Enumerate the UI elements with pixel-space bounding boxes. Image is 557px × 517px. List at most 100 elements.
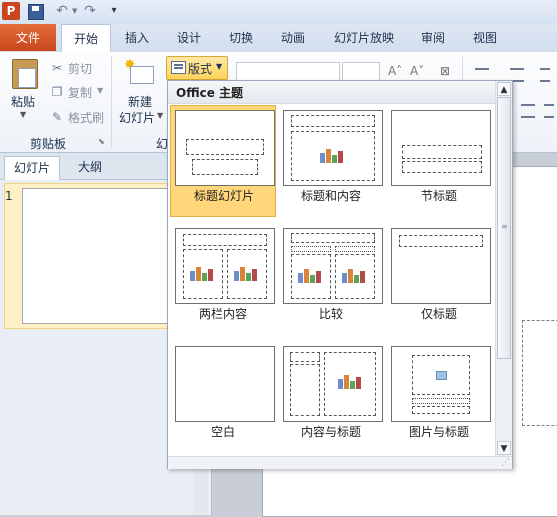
resize-grip-icon[interactable]: ⋰: [501, 458, 510, 468]
powerpoint-logo-icon[interactable]: P: [2, 2, 20, 20]
layout-thumbnail: [175, 346, 275, 422]
layout-content-with-caption[interactable]: 内容与标题: [278, 341, 384, 453]
cut-button[interactable]: 剪切: [68, 60, 92, 77]
layout-title-only[interactable]: 仅标题: [386, 223, 492, 335]
content-icons-icon: [338, 373, 364, 389]
title-placeholder: [399, 235, 483, 247]
right-heading-placeholder: [335, 246, 375, 252]
layout-two-content[interactable]: 两栏内容: [170, 223, 276, 335]
ribbon-tabs: 文件 开始 插入 设计 切换 动画 幻灯片放映 审阅 视图: [0, 24, 557, 53]
align-text-icon[interactable]: [521, 104, 535, 118]
tab-outline[interactable]: 大纲: [62, 156, 118, 179]
layout-gallery: Office 主题 标题幻灯片 标题和内容 节标题 两栏内容 比较 仅标题 空白…: [167, 80, 513, 469]
clipboard-paste-icon[interactable]: [12, 59, 38, 89]
text-placeholder: [402, 161, 482, 173]
layout-label: 标题和内容: [300, 189, 361, 203]
content-icons-icon: [298, 267, 324, 283]
layout-picture-with-caption[interactable]: 图片与标题: [386, 341, 492, 453]
title-placeholder: [183, 234, 267, 246]
layout-thumbnail: [175, 110, 275, 186]
paste-dropdown-icon[interactable]: ▼: [20, 110, 26, 119]
font-size-field[interactable]: [342, 62, 380, 82]
format-painter-icon[interactable]: ✎: [50, 110, 64, 124]
paste-button[interactable]: 粘贴: [11, 93, 35, 110]
layout-blank[interactable]: 空白: [170, 341, 276, 453]
undo-icon[interactable]: ↶: [54, 3, 70, 19]
layout-title-and-content[interactable]: 标题和内容: [278, 105, 384, 217]
save-icon[interactable]: [28, 4, 44, 20]
layout-section-header[interactable]: 节标题: [386, 105, 492, 217]
tab-view[interactable]: 视图: [462, 24, 508, 51]
title-placeholder: [290, 352, 320, 362]
left-heading-placeholder: [291, 246, 331, 252]
content-icons-icon: [320, 147, 346, 163]
gallery-title: Office 主题: [176, 86, 244, 100]
layout-button[interactable]: 版式 ▼: [166, 56, 228, 80]
scrollbar-thumb[interactable]: ≡: [497, 97, 511, 359]
new-slide-label[interactable]: 幻灯片: [119, 109, 155, 126]
align-right-icon[interactable]: [544, 104, 554, 118]
tab-file[interactable]: 文件: [0, 24, 56, 51]
scroll-down-icon[interactable]: ▼: [497, 441, 511, 455]
tab-review[interactable]: 审阅: [412, 24, 454, 51]
quick-access-toolbar: P ↶ ▼ ↷ ▾: [0, 0, 557, 25]
caption-placeholder: [290, 364, 320, 416]
new-slide-icon[interactable]: ✸: [124, 58, 154, 84]
indent-icon[interactable]: [540, 68, 550, 82]
grip-icon: ≡: [501, 222, 508, 231]
layout-label: 图片与标题: [408, 425, 469, 439]
slide-number: 1: [5, 189, 13, 203]
layout-label: 两栏内容: [198, 307, 247, 321]
copy-button[interactable]: 复制: [68, 84, 92, 101]
scissors-icon[interactable]: ✂: [50, 61, 64, 75]
layout-label: 空白: [210, 425, 235, 439]
tab-design[interactable]: 设计: [166, 24, 212, 51]
layout-label: 节标题: [420, 189, 457, 203]
content-icons-icon: [234, 265, 260, 281]
tab-animations[interactable]: 动画: [270, 24, 316, 51]
content-icons-icon: [342, 267, 368, 283]
copy-icon[interactable]: ❐: [50, 85, 64, 99]
layout-thumbnail: [283, 110, 383, 186]
subtitle-placeholder: [192, 159, 258, 175]
tab-home[interactable]: 开始: [61, 24, 111, 53]
redo-icon[interactable]: ↷: [82, 3, 98, 19]
layout-thumbnail: [391, 228, 491, 304]
title-placeholder: [291, 115, 375, 127]
grow-font-icon[interactable]: A˄: [388, 64, 402, 78]
title-placeholder: [412, 398, 470, 404]
layout-icon: [171, 61, 186, 74]
layout-button-label: 版式: [188, 62, 213, 76]
layout-label: 比较: [318, 307, 343, 321]
scroll-up-icon[interactable]: ▲: [497, 82, 511, 96]
clipboard-launcher-icon[interactable]: ⬊: [98, 137, 105, 146]
layout-comparison[interactable]: 比较: [278, 223, 384, 335]
layout-thumbnail: [175, 228, 275, 304]
clipboard-group-label: 剪贴板: [30, 137, 67, 151]
layout-thumbnail: [283, 346, 383, 422]
clear-format-icon[interactable]: ⊠: [440, 64, 450, 78]
picture-icon: [436, 371, 447, 380]
layout-thumbnail: [391, 110, 491, 186]
shrink-font-icon[interactable]: A˅: [410, 64, 424, 78]
gallery-header: Office 主题: [168, 81, 495, 104]
layout-title-slide[interactable]: 标题幻灯片: [170, 105, 276, 217]
undo-dropdown-icon[interactable]: ▼: [72, 7, 77, 15]
new-slide-dropdown-icon[interactable]: ▼: [157, 111, 163, 120]
customize-quick-access-icon[interactable]: ▾: [106, 3, 122, 19]
font-name-field[interactable]: [236, 62, 340, 82]
title-placeholder: [291, 233, 375, 243]
tab-transitions[interactable]: 切换: [218, 24, 264, 51]
title-placeholder: [186, 139, 264, 155]
tab-slideshow[interactable]: 幻灯片放映: [324, 24, 404, 51]
new-slide-button[interactable]: 新建: [128, 93, 152, 110]
tab-insert[interactable]: 插入: [114, 24, 160, 51]
caption-placeholder: [412, 406, 470, 414]
content-icons-icon: [190, 265, 216, 281]
copy-dropdown-icon[interactable]: ▼: [97, 86, 103, 95]
slide-placeholder[interactable]: [522, 320, 557, 426]
gallery-scrollbar[interactable]: ▲ ≡ ▼: [495, 81, 512, 456]
format-painter-button[interactable]: 格式刷: [68, 109, 104, 126]
slide-thumbnail[interactable]: [22, 188, 184, 324]
tab-slides[interactable]: 幻灯片: [4, 156, 60, 180]
